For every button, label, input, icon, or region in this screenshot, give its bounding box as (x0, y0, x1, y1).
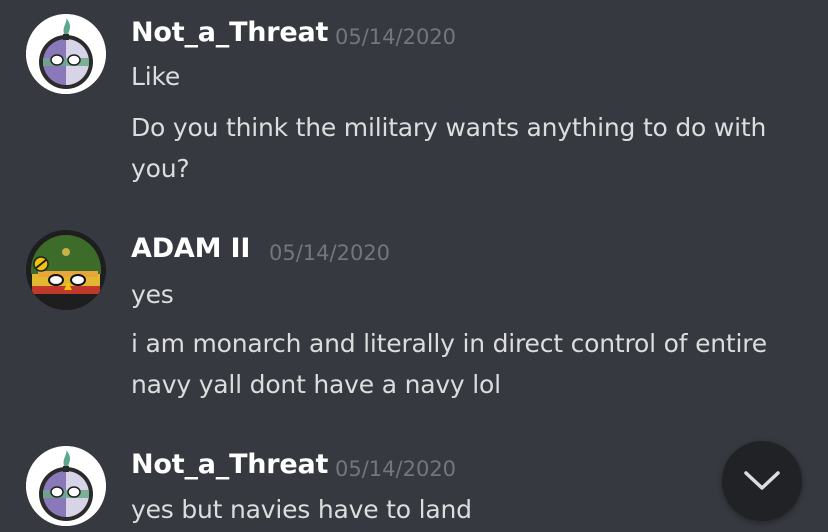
message-text: yes but navies have to land (131, 495, 472, 524)
countryball-icon (26, 14, 106, 94)
message-text: Like (131, 62, 181, 91)
message-text: i am monarch and literally in direct con… (131, 329, 767, 399)
message-text: yes (131, 280, 174, 309)
jump-to-present-button[interactable] (722, 441, 802, 521)
timestamp: 05/14/2020 (335, 25, 457, 49)
countryball-icon (26, 230, 106, 310)
username[interactable]: ADAM II (131, 233, 250, 264)
countryball-icon (26, 446, 106, 526)
timestamp: 05/14/2020 (269, 241, 391, 265)
not-a-threat-avatar[interactable] (26, 14, 106, 94)
not-a-threat-avatar[interactable] (26, 446, 106, 526)
chat-messages: Not_a_Threat 05/14/2020 Like Do you thin… (0, 0, 828, 532)
message-text: Do you think the military wants anything… (131, 113, 767, 183)
adam-ii-avatar[interactable] (26, 230, 106, 310)
timestamp: 05/14/2020 (335, 457, 457, 481)
username[interactable]: Not_a_Threat (131, 449, 328, 480)
username[interactable]: Not_a_Threat (131, 17, 328, 48)
chevron-down-icon (744, 471, 780, 490)
